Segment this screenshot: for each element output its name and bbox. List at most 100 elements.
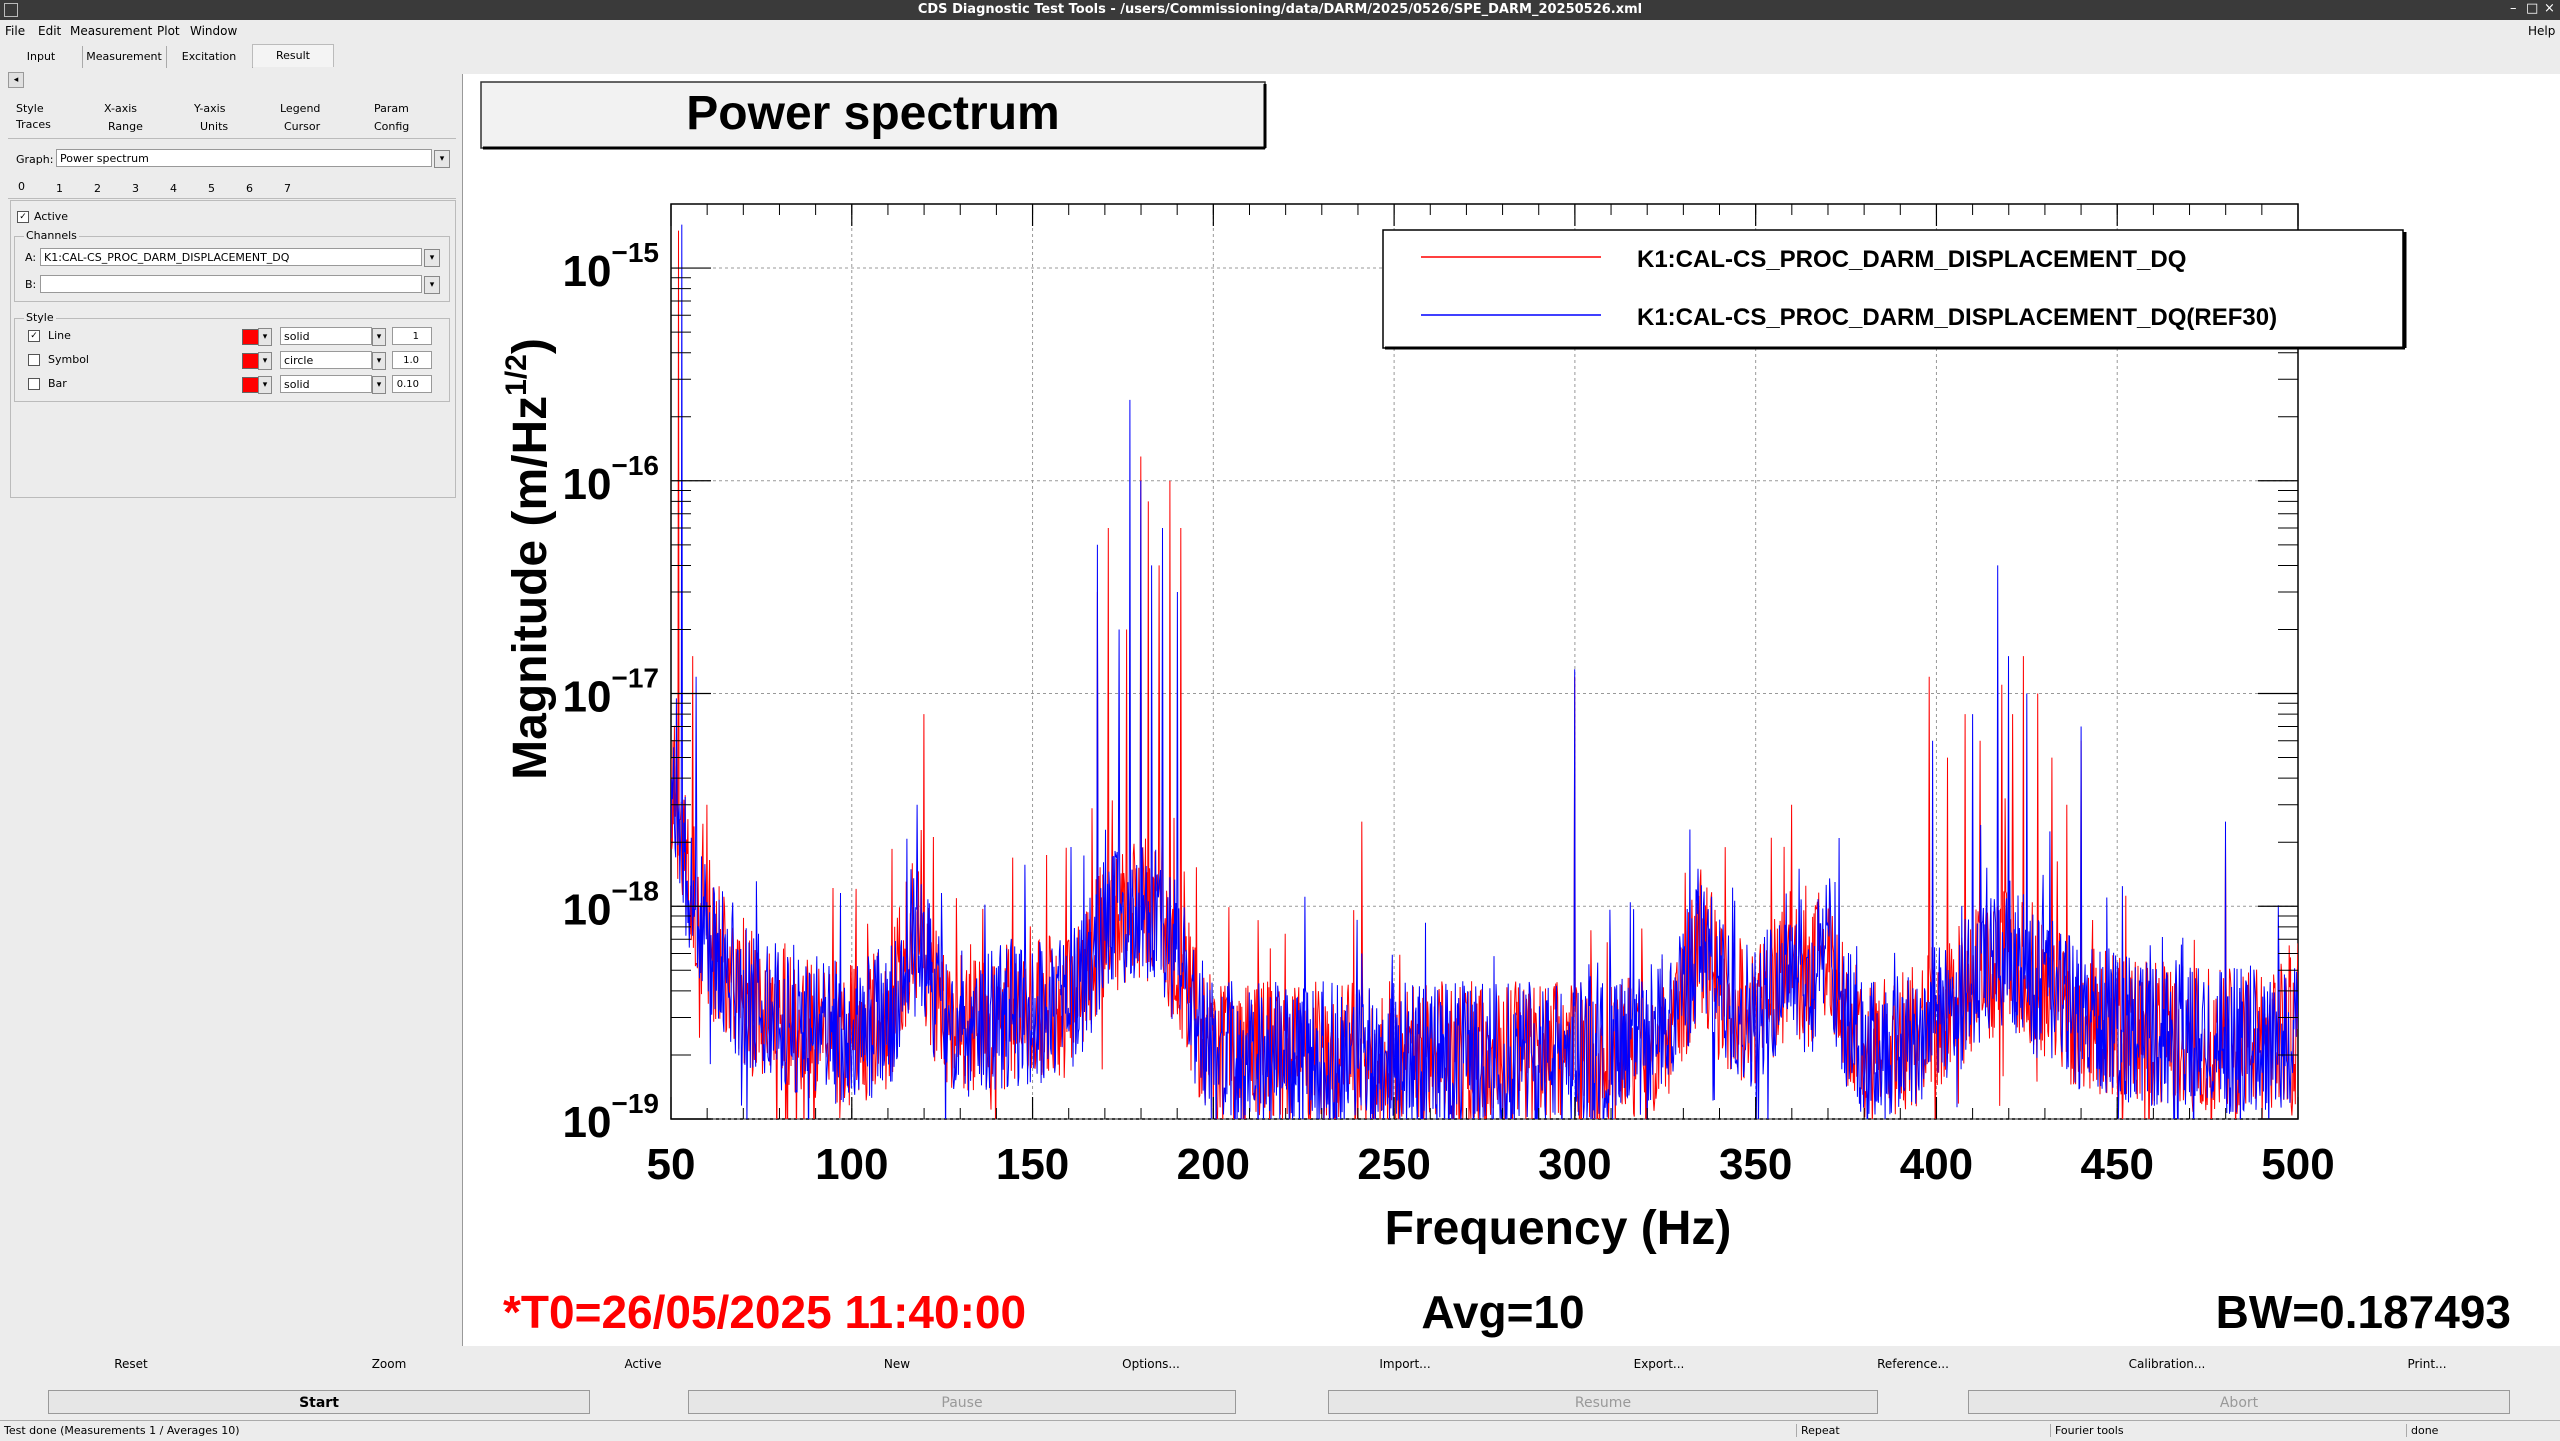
- window-title: CDS Diagnostic Test Tools - /users/Commi…: [917, 2, 1643, 17]
- menu-window[interactable]: Window: [190, 24, 237, 38]
- opt-tab-y-axis[interactable]: Y-axis: [194, 102, 225, 115]
- export-button[interactable]: Export...: [1532, 1352, 1787, 1376]
- close-icon[interactable]: ×: [2544, 1, 2555, 16]
- symbol-color-dropdown-icon[interactable]: ▾: [258, 352, 272, 370]
- legend-label-red: K1:CAL-CS_PROC_DARM_DISPLACEMENT_DQ: [1637, 246, 2186, 273]
- x-tick-label: 250: [1357, 1140, 1430, 1189]
- print-button[interactable]: Print...: [2294, 1352, 2560, 1376]
- line-pattern-dropdown-icon[interactable]: ▾: [372, 328, 386, 346]
- bar-color-dropdown-icon[interactable]: ▾: [258, 376, 272, 394]
- active-label: Active: [34, 210, 69, 223]
- style-title: Style: [24, 311, 56, 324]
- symbol-label: Symbol: [48, 353, 89, 366]
- x-tick-label: 300: [1538, 1140, 1611, 1189]
- graph-dropdown-icon[interactable]: ▾: [434, 150, 450, 168]
- bar-pattern-dropdown-icon[interactable]: ▾: [372, 376, 386, 394]
- plot-panel: Power spectrum 50 100 150 200 250 300 350 400 45…: [462, 74, 2560, 1346]
- line-checkbox[interactable]: ✓: [28, 330, 40, 342]
- bar-pattern-select[interactable]: solid: [280, 375, 372, 393]
- menu-plot[interactable]: Plot: [157, 24, 180, 38]
- x-tick-label: 500: [2261, 1140, 2334, 1189]
- opt-tab-style[interactable]: Style: [16, 102, 44, 115]
- channel-b-input[interactable]: [40, 275, 422, 293]
- start-button[interactable]: Start: [48, 1390, 590, 1414]
- bar-checkbox[interactable]: [28, 378, 40, 390]
- trace-tab-4[interactable]: 4: [170, 182, 177, 195]
- symbol-pattern-dropdown-icon[interactable]: ▾: [372, 352, 386, 370]
- bar-label: Bar: [48, 377, 67, 390]
- pause-button[interactable]: Pause: [688, 1390, 1236, 1414]
- trace-tab-1[interactable]: 1: [56, 182, 63, 195]
- opt-tab-traces[interactable]: Traces: [16, 118, 51, 131]
- active-button[interactable]: Active: [516, 1352, 771, 1376]
- legend-label-blue: K1:CAL-CS_PROC_DARM_DISPLACEMENT_DQ(REF3…: [1637, 304, 2277, 331]
- x-tick-label: 150: [996, 1140, 1069, 1189]
- opt-tab-units[interactable]: Units: [200, 120, 228, 133]
- minimize-icon[interactable]: –: [2510, 1, 2517, 16]
- tab-input[interactable]: Input: [0, 46, 83, 68]
- status-message: Test done (Measurements 1 / Averages 10): [4, 1424, 240, 1437]
- opt-tab-x-axis[interactable]: X-axis: [104, 102, 137, 115]
- line-color-dropdown-icon[interactable]: ▾: [258, 328, 272, 346]
- trace-tab-7[interactable]: 7: [284, 182, 291, 195]
- status-tools: Fourier tools: [2050, 1424, 2124, 1437]
- x-tick-label: 450: [2081, 1140, 2154, 1189]
- options-button[interactable]: Options...: [1024, 1352, 1279, 1376]
- menu-file[interactable]: File: [5, 24, 25, 38]
- import-button[interactable]: Import...: [1278, 1352, 1533, 1376]
- trace-tab-6[interactable]: 6: [246, 182, 253, 195]
- channel-b-dropdown-icon[interactable]: ▾: [424, 276, 440, 294]
- menu-help[interactable]: Help: [2528, 24, 2555, 38]
- line-size-spinner[interactable]: 1: [392, 327, 432, 345]
- symbol-checkbox[interactable]: [28, 354, 40, 366]
- line-pattern-select[interactable]: solid: [280, 327, 372, 345]
- y-tick-label: 10−17: [563, 663, 659, 722]
- resume-button[interactable]: Resume: [1328, 1390, 1878, 1414]
- trace-tabs: 0 1 2 3 4 5 6 7: [8, 178, 456, 199]
- symbol-pattern-select[interactable]: circle: [280, 351, 372, 369]
- opt-tab-legend[interactable]: Legend: [280, 102, 320, 115]
- collapse-panel-button[interactable]: ◂: [8, 72, 24, 88]
- opt-tab-range[interactable]: Range: [108, 120, 143, 133]
- calibration-button[interactable]: Calibration...: [2040, 1352, 2295, 1376]
- opt-tab-config[interactable]: Config: [374, 120, 409, 133]
- active-checkbox[interactable]: ✓: [17, 211, 29, 223]
- trace-tab-0[interactable]: 0: [18, 180, 25, 193]
- x-tick-label: 400: [1900, 1140, 1973, 1189]
- reset-button[interactable]: Reset: [0, 1352, 263, 1376]
- menu-edit[interactable]: Edit: [38, 24, 61, 38]
- tab-measurement[interactable]: Measurement: [82, 46, 167, 68]
- t0-label: *T0=26/05/2025 11:40:00: [503, 1286, 1026, 1338]
- status-bar: Test done (Measurements 1 / Averages 10)…: [0, 1420, 2560, 1441]
- plot-title: Power spectrum: [686, 87, 1059, 140]
- tab-excitation[interactable]: Excitation: [166, 46, 253, 68]
- maximize-icon[interactable]: □: [2526, 1, 2538, 16]
- y-axis-label: Magnitude (m/Hz1/2): [500, 338, 557, 780]
- trace-tab-2[interactable]: 2: [94, 182, 101, 195]
- reference-button[interactable]: Reference...: [1786, 1352, 2041, 1376]
- zoom-button[interactable]: Zoom: [262, 1352, 517, 1376]
- power-spectrum-chart[interactable]: Power spectrum 50 100 150 200 250 300 350 400 45…: [463, 74, 2560, 1346]
- menu-measurement[interactable]: Measurement: [70, 24, 152, 38]
- opt-tab-param[interactable]: Param: [374, 102, 409, 115]
- opt-tab-cursor[interactable]: Cursor: [284, 120, 320, 133]
- channel-a-dropdown-icon[interactable]: ▾: [424, 249, 440, 267]
- options-tabs: Style X-axis Y-axis Legend Param Traces …: [8, 98, 456, 139]
- channels-title: Channels: [24, 229, 79, 242]
- trace-tab-3[interactable]: 3: [132, 182, 139, 195]
- bar-size-spinner[interactable]: 0.10: [392, 375, 432, 393]
- graph-select[interactable]: Power spectrum: [56, 149, 432, 167]
- channel-a-input[interactable]: K1:CAL-CS_PROC_DARM_DISPLACEMENT_DQ: [40, 248, 422, 266]
- channel-a-label: A:: [25, 251, 37, 264]
- tab-result[interactable]: Result: [252, 44, 334, 67]
- abort-button[interactable]: Abort: [1968, 1390, 2510, 1414]
- new-button[interactable]: New: [770, 1352, 1025, 1376]
- trace-tab-5[interactable]: 5: [208, 182, 215, 195]
- channel-b-label: B:: [25, 278, 37, 291]
- collapse-arrow-icon: ◂: [13, 75, 19, 85]
- bw-label: BW=0.187493: [2216, 1286, 2511, 1338]
- symbol-size-spinner[interactable]: 1.0: [392, 351, 432, 369]
- y-tick-label: 10−16: [563, 450, 659, 509]
- x-axis-label: Frequency (Hz): [1385, 1202, 1732, 1255]
- window-titlebar: CDS Diagnostic Test Tools - /users/Commi…: [0, 0, 2560, 20]
